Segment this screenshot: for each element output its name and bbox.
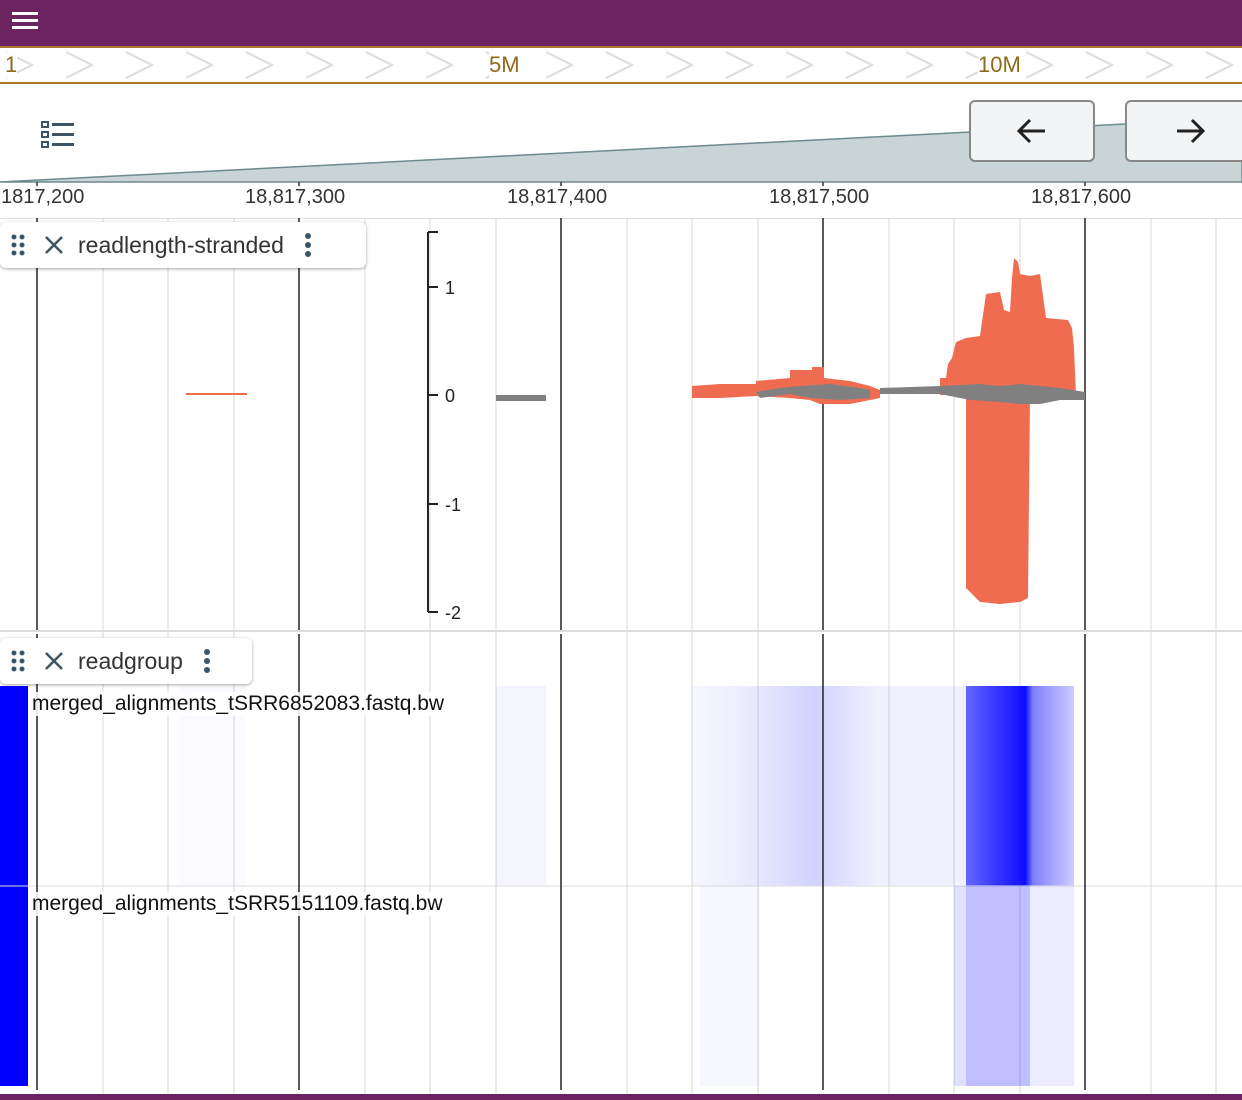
scroll-right-button[interactable]: [1125, 100, 1242, 162]
row-label-sample-2: merged_alignments_tSRR5151109.fastq.bw: [32, 892, 443, 916]
heat-cell: [954, 886, 966, 1086]
y-tick-0: 0: [445, 386, 455, 406]
overview-chevron: [845, 51, 875, 79]
track-list-icon[interactable]: [38, 118, 78, 154]
heat-cell: [966, 686, 1074, 886]
heat-cell: [1030, 886, 1074, 1086]
overview-chevron: [1145, 51, 1175, 79]
heat-cell: [496, 686, 546, 886]
y-tick-minus-2: -2: [445, 603, 461, 623]
overview-chevron: [305, 51, 335, 79]
hamburger-icon[interactable]: [6, 4, 44, 36]
arrow-right-icon: [1177, 118, 1206, 144]
drag-handle-icon[interactable]: [0, 641, 36, 681]
ruler-label-5: 18,817,600: [1030, 186, 1133, 209]
heat-cell: [692, 686, 880, 886]
stranded-wiggle-plot: 1 0 -1 -2: [36, 218, 1086, 630]
y-tick-1: 1: [445, 278, 455, 298]
track-name: readlength-stranded: [78, 231, 284, 258]
ruler-label-3: 18,817,400: [506, 186, 609, 209]
coordinate-ruler[interactable]: 1817,200 18,817,300 18,817,400 18,817,50…: [0, 182, 1242, 219]
ruler-label-4: 18,817,500: [768, 186, 871, 209]
arrow-left-icon: [1016, 118, 1045, 144]
close-icon[interactable]: [36, 641, 72, 681]
overview-chevron: [785, 51, 815, 79]
heat-cell: [180, 686, 246, 886]
overview-chevron: [245, 51, 275, 79]
app-header: [0, 0, 1242, 46]
overview-chevron: [1205, 51, 1235, 79]
track-label-readlength-stranded: readlength-stranded: [0, 222, 366, 268]
more-vertical-icon[interactable]: [290, 225, 326, 265]
overview-chevron: [65, 51, 95, 79]
positive-strand-area-2: [940, 258, 1076, 395]
overview-chevron: [545, 51, 575, 79]
negative-strand-area-2: [966, 395, 1030, 604]
overview-chevron: [1025, 51, 1055, 79]
close-icon[interactable]: [36, 225, 72, 265]
overview-chevron: [725, 51, 755, 79]
overview-chevrons: [5, 51, 1235, 79]
heat-cell: [880, 686, 966, 886]
mean-segment-1: [496, 395, 546, 401]
overview-chevron: [905, 51, 935, 79]
chromosome-overview[interactable]: 1 5M 10M: [0, 46, 1242, 84]
overview-chevron: [665, 51, 695, 79]
bottom-border: [0, 1094, 1242, 1100]
track-readgroup[interactable]: readgroup merged_alignments_tSRR6852083.…: [0, 634, 1242, 1090]
y-axis: [427, 231, 438, 613]
overview-chevron: [125, 51, 155, 79]
heat-cell: [966, 886, 1030, 1086]
track-label-readgroup: readgroup: [0, 638, 252, 684]
track-name: readgroup: [78, 647, 183, 674]
overview-chevron: [365, 51, 395, 79]
overview-label-5m: 5M: [489, 52, 520, 78]
track-readlength-stranded[interactable]: 1 0 -1 -2 readlength-stranded: [0, 218, 1242, 632]
ruler-label-1: 1817,200: [0, 186, 86, 209]
overview-label-10m: 10M: [978, 52, 1021, 78]
row-label-sample-1: merged_alignments_tSRR6852083.fastq.bw: [32, 692, 445, 716]
scroll-left-button[interactable]: [969, 100, 1095, 162]
drag-handle-icon[interactable]: [0, 225, 36, 265]
overview-chevron: [1085, 51, 1115, 79]
overview-chevron: [605, 51, 635, 79]
y-tick-minus-1: -1: [445, 495, 461, 515]
heat-cell: [700, 886, 760, 1086]
more-vertical-icon[interactable]: [189, 641, 225, 681]
overview-chevron: [185, 51, 215, 79]
overview-chevron: [425, 51, 455, 79]
overview-label-start: 1: [5, 52, 18, 78]
ruler-label-2: 18,817,300: [244, 186, 347, 209]
